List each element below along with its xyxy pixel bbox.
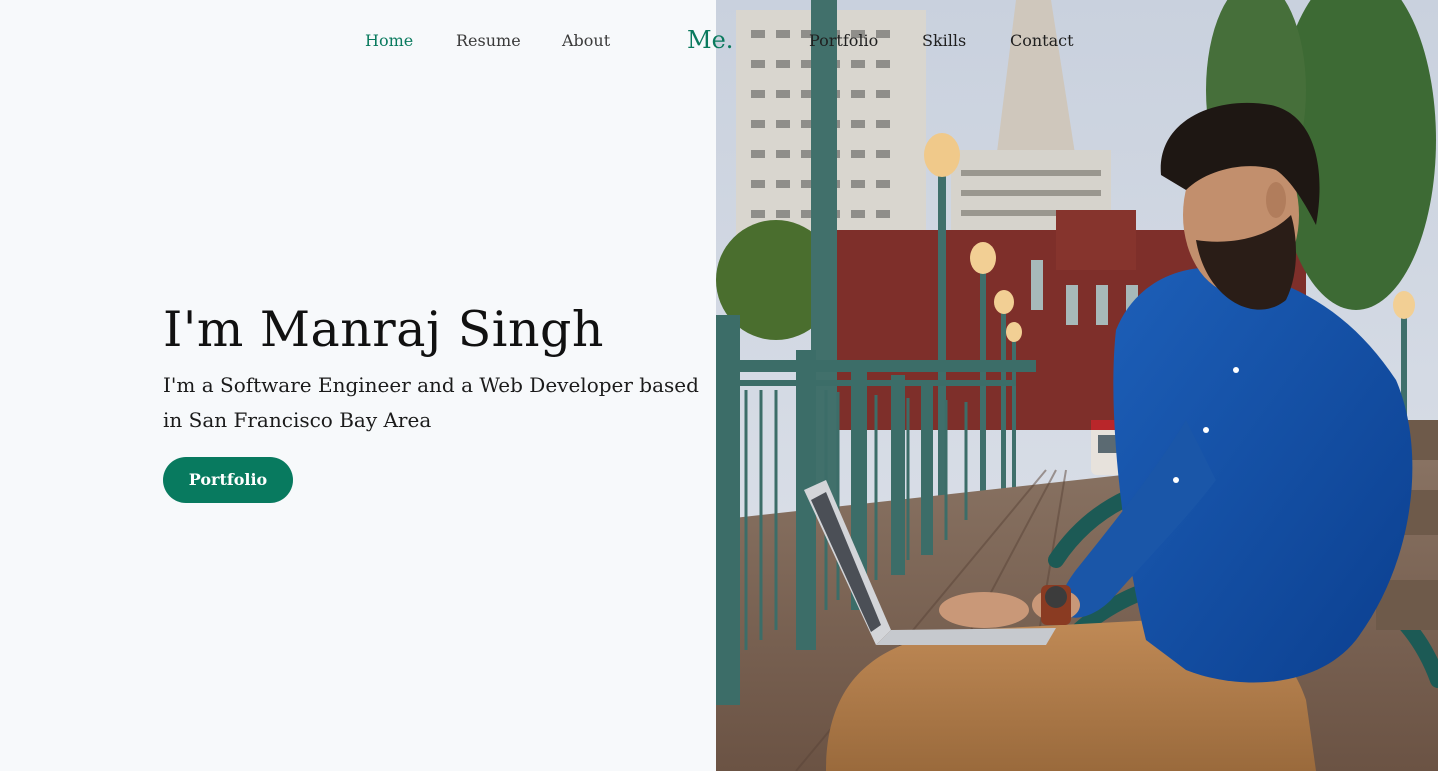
- brand-logo[interactable]: Me.: [687, 26, 733, 54]
- page: Home Resume About Me. Portfolio Skills C…: [0, 0, 1438, 771]
- nav-resume-link[interactable]: Resume: [456, 31, 521, 50]
- portfolio-button[interactable]: Portfolio: [163, 457, 293, 503]
- top-navbar: Home Resume About Me. Portfolio Skills C…: [0, 0, 1438, 86]
- nav-home-link[interactable]: Home: [365, 31, 413, 50]
- hero-section: I'm Manraj Singh I'm a Software Engineer…: [163, 296, 723, 503]
- hero-title: I'm Manraj Singh: [163, 301, 604, 358]
- nav-contact-link[interactable]: Contact: [1010, 31, 1074, 50]
- nav-portfolio-link[interactable]: Portfolio: [809, 31, 878, 50]
- hero-photo: [716, 0, 1438, 771]
- nav-about-link[interactable]: About: [562, 31, 610, 50]
- hero-subtitle: I'm a Software Engineer and a Web Develo…: [163, 373, 699, 432]
- nav-skills-link[interactable]: Skills: [922, 31, 966, 50]
